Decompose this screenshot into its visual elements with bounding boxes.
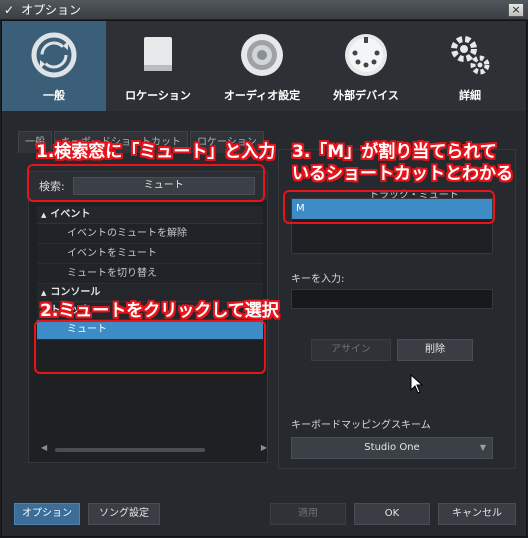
scroll-left-icon[interactable]: ◀ [41, 443, 47, 452]
tree-group-console[interactable]: ▲ コンソール [37, 284, 263, 302]
tree-group-event[interactable]: ▲ イベント [37, 206, 263, 224]
options-dialog: 一般 ロケーション オーディオ設定 外部デバイス 詳細 一般 キーボードショート… [1, 20, 527, 537]
tree-item[interactable]: ミュートを切り替え [37, 264, 263, 284]
scroll-thumb[interactable] [55, 448, 205, 452]
category-label: 外部デバイス [333, 89, 399, 102]
annotation-step3-line2: いるショートカットとわかる [292, 164, 513, 184]
category-label: オーディオ設定 [223, 89, 301, 102]
app-logo-icon: ✓ [4, 2, 15, 17]
scroll-right-icon[interactable]: ▶ [261, 443, 267, 452]
annotation-box-mute [34, 320, 266, 374]
category-advanced[interactable]: 詳細 [418, 21, 522, 111]
key-input-label: キーを入力: [291, 274, 345, 285]
title-bar: ✓ オプション × [0, 0, 528, 20]
annotation-step2: 2.ミュートをクリックして選択 [40, 301, 279, 321]
apply-button[interactable]: 適用 [270, 503, 346, 525]
category-bar: 一般 ロケーション オーディオ設定 外部デバイス 詳細 [2, 21, 526, 111]
options-button[interactable]: オプション [14, 503, 80, 525]
assign-button[interactable]: アサイン [311, 339, 391, 361]
cancel-button[interactable]: キャンセル [438, 503, 516, 525]
annotation-box-search [27, 164, 265, 202]
category-audio-settings[interactable]: オーディオ設定 [210, 21, 314, 111]
song-settings-button[interactable]: ソング設定 [88, 503, 160, 525]
mouse-cursor-icon [410, 374, 424, 394]
gears-icon [451, 36, 490, 75]
keyboard-scheme-select[interactable]: Studio One ▼ [291, 437, 493, 459]
annotation-step1: 1.検索窓に「ミュート」と入力 [36, 142, 276, 162]
collapse-triangle-icon: ▲ [41, 211, 47, 219]
delete-button[interactable]: 削除 [397, 339, 473, 361]
collapse-triangle-icon: ▲ [41, 289, 47, 297]
scheme-label: キーボードマッピングスキーム [291, 420, 431, 431]
category-external-devices[interactable]: 外部デバイス [314, 21, 418, 111]
annotation-box-shortcut [283, 190, 495, 224]
horizontal-scrollbar[interactable]: ◀ ▶ [41, 443, 267, 454]
group-label: イベント [50, 209, 91, 220]
category-label: ロケーション [125, 89, 191, 102]
key-input[interactable] [291, 289, 493, 309]
ok-button[interactable]: OK [354, 503, 430, 525]
close-button[interactable]: × [508, 3, 524, 17]
tree-item[interactable]: イベントのミュートを解除 [37, 224, 263, 244]
dropdown-caret-icon: ▼ [479, 443, 486, 452]
sync-icon [31, 32, 77, 78]
annotation-step3-line1: 3.「M」が割り当てられて [292, 142, 497, 162]
category-location[interactable]: ロケーション [106, 21, 210, 111]
category-label: 詳細 [459, 89, 481, 102]
window-title: オプション [21, 3, 82, 17]
speaker-icon [241, 34, 283, 76]
drive-icon [144, 37, 172, 71]
category-general[interactable]: 一般 [2, 21, 106, 111]
scheme-value: Studio One [364, 442, 420, 453]
midi-icon [345, 34, 387, 76]
tree-item[interactable]: イベントをミュート [37, 244, 263, 264]
category-label: 一般 [43, 89, 65, 102]
group-label: コンソール [50, 287, 101, 298]
